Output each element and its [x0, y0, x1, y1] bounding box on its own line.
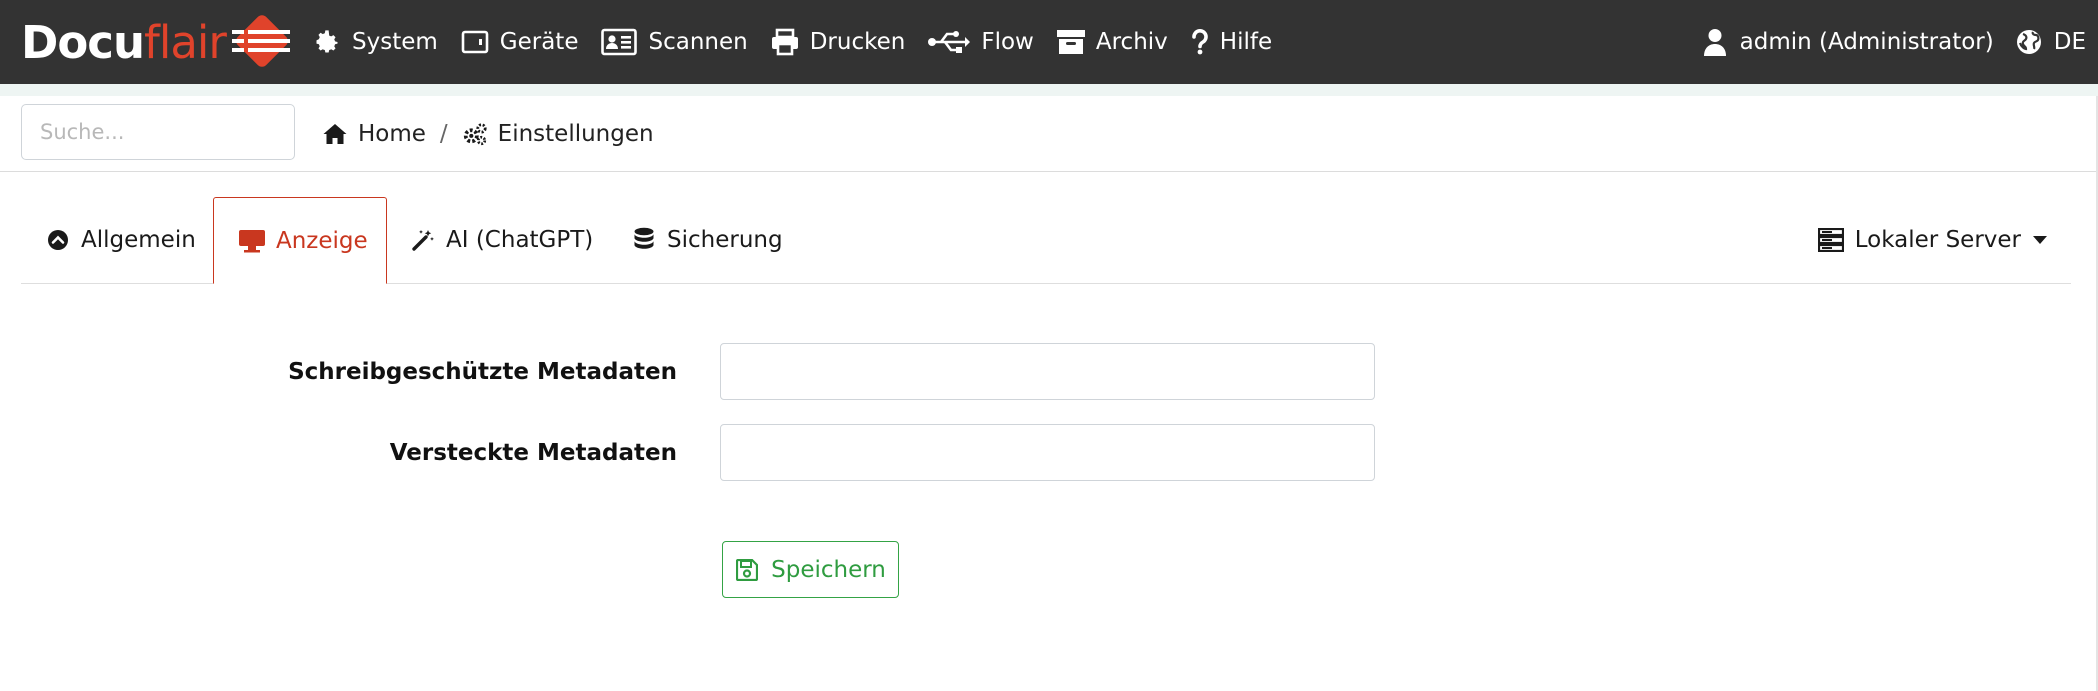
server-icon — [1817, 227, 1845, 253]
floppy-disk-icon — [735, 558, 759, 582]
user-menu[interactable]: admin (Administrator) — [1700, 27, 1994, 57]
caret-down-icon — [2033, 236, 2047, 244]
subbar-accent-strip — [0, 84, 2098, 96]
form-row-readonly-metadata: Schreibgeschützte Metadaten — [0, 343, 1400, 400]
nav-item-label: Drucken — [809, 29, 906, 55]
form-row-hidden-metadata: Versteckte Metadaten — [0, 424, 1400, 481]
nav-item-archiv[interactable]: Archiv — [1056, 27, 1168, 57]
database-icon — [631, 227, 657, 253]
brand-name: Docuflair — [21, 15, 227, 69]
usb-icon — [927, 27, 971, 57]
nav-item-hilfe[interactable]: Hilfe — [1190, 27, 1272, 57]
home-icon — [322, 121, 348, 147]
language-label: DE — [2053, 29, 2086, 55]
tab-label: AI (ChatGPT) — [446, 227, 594, 253]
tablet-icon — [460, 27, 490, 57]
desktop-icon — [238, 228, 266, 254]
hidden-metadata-input[interactable] — [720, 424, 1375, 481]
tab-anzeige[interactable]: Anzeige — [213, 197, 387, 284]
circle-chevron-up-icon — [45, 227, 71, 253]
tab-label: Anzeige — [276, 227, 368, 254]
nav-item-drucken[interactable]: Drucken — [770, 27, 906, 57]
language-menu[interactable]: DE — [2014, 27, 2086, 57]
top-navbar: Docuflair System Geräte Scannen Drucken … — [0, 0, 2098, 84]
docuflair-logo-icon — [231, 15, 290, 67]
server-dropdown-label: Lokaler Server — [1854, 227, 2021, 253]
nav-item-label: System — [352, 29, 438, 55]
main-menu: System Geräte Scannen Drucken Flow Archi… — [312, 0, 1294, 84]
globe-icon — [2014, 27, 2044, 57]
navbar-right: admin (Administrator) DE — [1680, 0, 2086, 84]
nav-item-label: Scannen — [648, 29, 748, 55]
breadcrumb-current-label: Einstellungen — [497, 120, 654, 147]
printer-icon — [770, 27, 800, 57]
tab-label: Sicherung — [667, 227, 783, 253]
breadcrumb-separator: / — [439, 120, 448, 147]
breadcrumb: Home / Einstellungen — [322, 96, 654, 171]
nav-item-system[interactable]: System — [312, 27, 438, 57]
nav-item-label: Flow — [981, 29, 1034, 55]
tab-sicherung[interactable]: Sicherung — [607, 197, 807, 283]
readonly-metadata-input[interactable] — [720, 343, 1375, 400]
nav-item-label: Geräte — [499, 29, 579, 55]
breadcrumb-home[interactable]: Home — [322, 121, 426, 147]
nav-item-label: Hilfe — [1219, 29, 1273, 55]
breadcrumb-home-label: Home — [358, 120, 426, 147]
user-label: admin (Administrator) — [1739, 29, 1994, 55]
tab-ai-chatgpt[interactable]: AI (ChatGPT) — [386, 197, 617, 283]
tab-label: Allgemein — [81, 227, 196, 253]
nav-item-scannen[interactable]: Scannen — [600, 27, 748, 57]
gear-icon — [312, 27, 342, 57]
subbar: Home / Einstellungen — [0, 96, 2098, 172]
user-icon — [1700, 27, 1730, 57]
nav-item-label: Archiv — [1095, 29, 1168, 55]
magic-wand-icon — [410, 227, 436, 253]
server-dropdown[interactable]: Lokaler Server — [1817, 197, 2047, 283]
nav-item-flow[interactable]: Flow — [927, 27, 1034, 57]
id-card-icon — [600, 27, 638, 57]
tab-allgemein[interactable]: Allgemein — [21, 197, 220, 283]
save-button[interactable]: Speichern — [722, 541, 899, 598]
breadcrumb-current: Einstellungen — [462, 121, 654, 147]
save-button-label: Speichern — [771, 556, 886, 583]
brand-logo[interactable]: Docuflair — [21, 12, 292, 72]
gears-icon — [462, 121, 488, 147]
readonly-metadata-label: Schreibgeschützte Metadaten — [288, 358, 677, 385]
question-icon — [1190, 27, 1210, 57]
settings-tabs: Allgemein Anzeige AI (ChatGPT) Sicherung… — [21, 197, 2071, 284]
hidden-metadata-label: Versteckte Metadaten — [389, 439, 677, 466]
nav-item-geraete[interactable]: Geräte — [460, 27, 579, 57]
archive-box-icon — [1056, 27, 1086, 57]
search-input[interactable] — [21, 104, 295, 160]
